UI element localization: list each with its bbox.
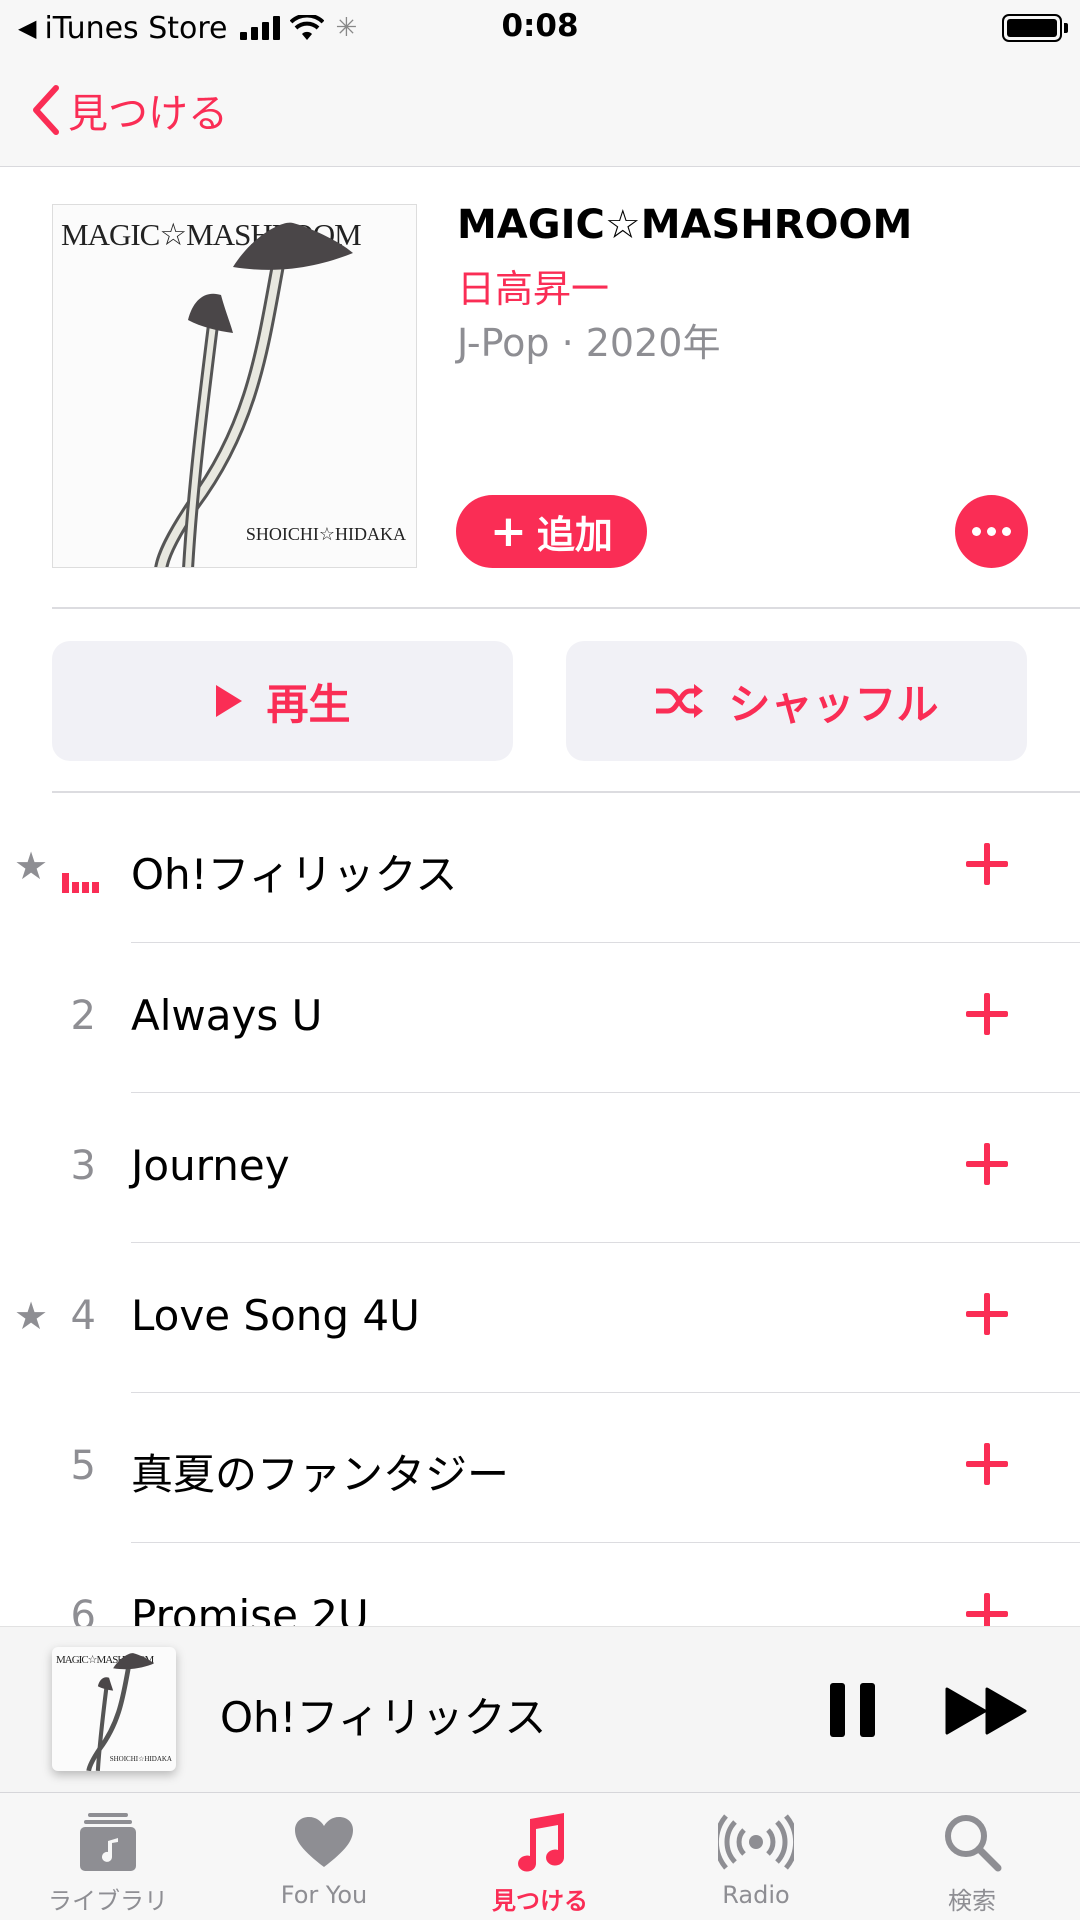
tab-radio-label: Radio xyxy=(722,1881,790,1909)
track-row[interactable]: ★ Oh!フィリックス xyxy=(0,793,1080,943)
track-row[interactable]: ★ 4 Love Song 4U xyxy=(0,1243,1080,1393)
battery-icon xyxy=(1002,14,1068,42)
add-album-button[interactable]: + 追加 xyxy=(456,495,647,568)
mushroom-illustration xyxy=(86,1653,154,1771)
album-artwork: MAGIC☆MASHROOM SHOICHI☆HIDAKA xyxy=(52,204,417,568)
tab-for-you-label: For You xyxy=(280,1881,368,1909)
track-title: 真夏のファンタジー xyxy=(131,1450,510,1499)
artwork-subtitle-text: SHOICHI☆HIDAKA xyxy=(109,1755,172,1763)
shuffle-button[interactable]: シャッフル xyxy=(566,641,1027,761)
star-icon: ★ xyxy=(14,844,49,888)
play-button-label: 再生 xyxy=(266,679,351,729)
track-title: Promise 2U xyxy=(131,1591,369,1626)
track-title: Always U xyxy=(131,991,323,1040)
tab-radio[interactable]: Radio xyxy=(648,1793,864,1920)
more-options-button[interactable] xyxy=(955,495,1028,568)
ellipsis-icon xyxy=(972,527,981,536)
add-track-button[interactable] xyxy=(962,1289,1012,1339)
mini-player[interactable]: MAGIC☆MASHROOM SHOICHI☆HIDAKA Oh!フィリックス xyxy=(0,1626,1080,1792)
track-list: ★ Oh!フィリックス 2 Always U 3 Journey ★ 4 Lov… xyxy=(0,793,1080,1626)
back-button-label: 見つける xyxy=(68,91,228,137)
tab-bar: ライブラリ For You 見つける Radio 検索 xyxy=(0,1792,1080,1920)
track-number: 2 xyxy=(70,993,96,1039)
tab-browse[interactable]: 見つける xyxy=(432,1793,648,1920)
track-number: 6 xyxy=(70,1593,96,1626)
add-track-button[interactable] xyxy=(962,839,1012,889)
track-row[interactable]: 5 真夏のファンタジー xyxy=(0,1393,1080,1543)
add-track-button[interactable] xyxy=(962,1439,1012,1489)
mushroom-illustration xyxy=(154,222,353,567)
track-title: Love Song 4U xyxy=(131,1291,420,1340)
artwork-subtitle-text: SHOICHI☆HIDAKA xyxy=(245,524,406,544)
back-button[interactable]: 見つける xyxy=(30,82,228,138)
star-icon: ★ xyxy=(14,1294,49,1338)
tab-browse-label: 見つける xyxy=(492,1887,588,1915)
shuffle-icon xyxy=(656,684,704,718)
pause-button[interactable] xyxy=(830,1683,876,1737)
add-track-button[interactable] xyxy=(962,1139,1012,1189)
tab-search-label: 検索 xyxy=(948,1887,996,1915)
tab-search[interactable]: 検索 xyxy=(864,1793,1080,1920)
track-row[interactable]: 3 Journey xyxy=(0,1093,1080,1243)
track-number: 3 xyxy=(70,1143,96,1189)
search-icon xyxy=(942,1811,1002,1873)
album-artist-link[interactable]: 日高昇一 xyxy=(457,258,609,313)
next-track-button[interactable] xyxy=(945,1687,1029,1735)
add-album-label: 追加 xyxy=(536,513,613,557)
mini-player-artwork: MAGIC☆MASHROOM SHOICHI☆HIDAKA xyxy=(52,1647,176,1771)
tab-for-you[interactable]: For You xyxy=(216,1793,432,1920)
tab-library-label: ライブラリ xyxy=(48,1887,168,1915)
divider xyxy=(52,607,1080,609)
add-track-button[interactable] xyxy=(962,989,1012,1039)
library-icon xyxy=(80,1811,136,1873)
shuffle-button-label: シャッフル xyxy=(728,679,939,729)
now-playing-title: Oh!フィリックス xyxy=(220,1693,547,1742)
track-number: 5 xyxy=(70,1443,96,1489)
album-title: MAGIC☆MASHROOM xyxy=(457,202,913,248)
track-title: Journey xyxy=(131,1141,290,1190)
plus-icon: + xyxy=(490,505,527,557)
navigation-bar: 見つける xyxy=(0,54,1080,167)
add-track-button[interactable] xyxy=(962,1589,1012,1626)
play-button[interactable]: 再生 xyxy=(52,641,513,761)
track-title: Oh!フィリックス xyxy=(131,850,458,899)
track-number: 4 xyxy=(70,1293,96,1339)
track-row[interactable]: 6 Promise 2U xyxy=(0,1543,1080,1626)
album-genre-year: J-Pop · 2020年 xyxy=(457,321,721,365)
track-row[interactable]: 2 Always U xyxy=(0,943,1080,1093)
status-bar: ◀ iTunes Store ✳ 0:08 xyxy=(0,0,1080,54)
music-note-icon xyxy=(512,1811,568,1873)
tab-library[interactable]: ライブラリ xyxy=(0,1793,216,1920)
play-icon xyxy=(216,685,243,717)
heart-icon xyxy=(293,1811,355,1873)
pause-icon xyxy=(830,1683,845,1737)
radio-icon xyxy=(718,1811,794,1873)
now-playing-equalizer-icon xyxy=(62,873,99,893)
chevron-left-icon xyxy=(33,85,59,135)
status-time: 0:08 xyxy=(501,8,579,44)
